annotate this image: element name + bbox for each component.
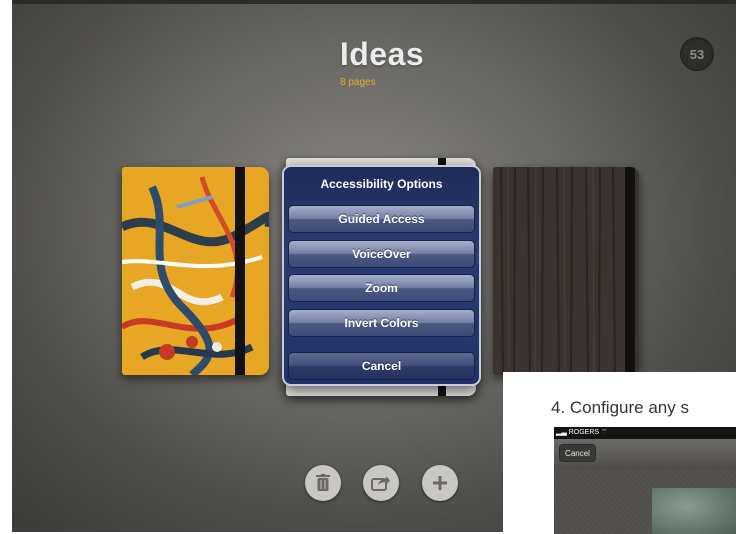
instruction-step-caption: 4. Configure any s bbox=[551, 398, 689, 417]
accessibility-options-dialog: Accessibility Options Guided Access Voic… bbox=[282, 165, 481, 386]
status-bar-strip bbox=[12, 0, 736, 4]
inset-status-bar: ▂▃ ROGERS ⌔ bbox=[554, 427, 736, 439]
inset-preview-card bbox=[652, 488, 736, 534]
cancel-button[interactable]: Cancel bbox=[288, 352, 475, 380]
wifi-icon: ⌔ bbox=[601, 429, 608, 436]
paint-splatter-pattern bbox=[122, 176, 269, 375]
avatar-button[interactable]: 53 bbox=[680, 37, 714, 71]
share-icon bbox=[371, 476, 390, 491]
notebook-cover-paint[interactable] bbox=[122, 167, 269, 375]
share-button[interactable] bbox=[363, 465, 399, 501]
notebook-strap bbox=[625, 167, 635, 375]
trash-icon bbox=[316, 474, 330, 491]
inset-screenshot: ▂▃ ROGERS ⌔ Cancel bbox=[554, 427, 736, 534]
instruction-inset: 4. Configure any s ▂▃ ROGERS ⌔ Cancel bbox=[503, 372, 736, 534]
invert-colors-button[interactable]: Invert Colors bbox=[288, 309, 475, 337]
signal-icon: ▂▃ bbox=[556, 429, 567, 436]
dialog-title: Accessibility Options bbox=[320, 177, 443, 191]
screenshot-stage: Ideas 8 pages 53 Accessibility Options G… bbox=[0, 0, 736, 534]
plus-icon bbox=[433, 476, 447, 490]
guided-access-button[interactable]: Guided Access bbox=[288, 205, 475, 233]
add-button[interactable] bbox=[422, 465, 458, 501]
page-count-subtitle: 8 pages bbox=[340, 77, 376, 88]
page-title: Ideas bbox=[339, 36, 425, 72]
zoom-button[interactable]: Zoom bbox=[288, 274, 475, 302]
notebook-strap bbox=[235, 167, 245, 375]
delete-button[interactable] bbox=[305, 465, 341, 501]
notebook-cover-wood[interactable] bbox=[493, 167, 639, 375]
carrier-label: ROGERS bbox=[568, 429, 600, 436]
wood-grain-pattern bbox=[493, 167, 639, 375]
inset-cancel-button[interactable]: Cancel bbox=[559, 444, 596, 462]
voiceover-button[interactable]: VoiceOver bbox=[288, 240, 475, 268]
